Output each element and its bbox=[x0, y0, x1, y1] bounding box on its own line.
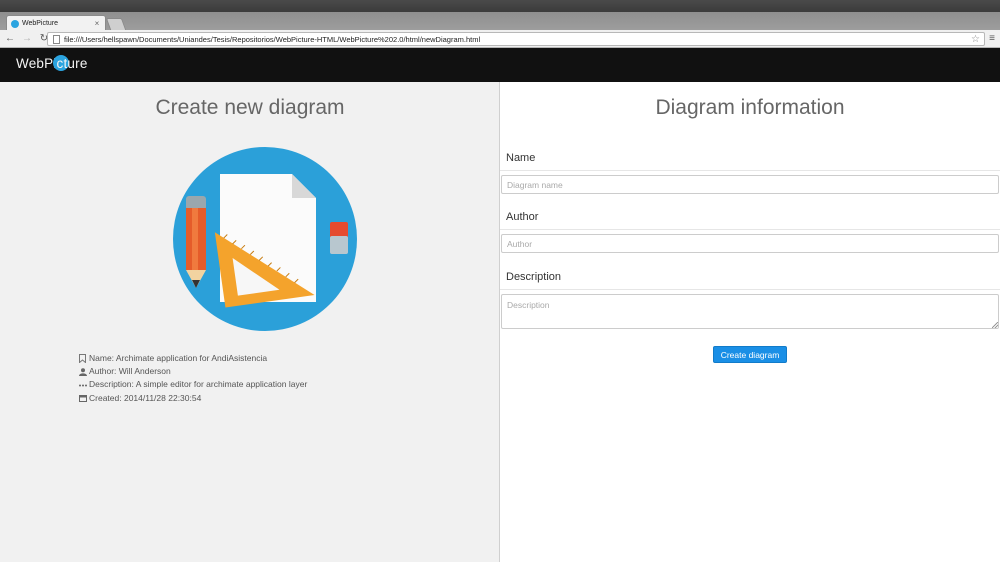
author-label: Author bbox=[506, 211, 539, 223]
app-navbar: WebPicture bbox=[0, 48, 1000, 82]
new-tab-button[interactable] bbox=[105, 18, 127, 30]
description-wrapper bbox=[500, 294, 1000, 330]
page-icon bbox=[53, 34, 60, 44]
url-text[interactable]: file:///Users/hellspawn/Documents/Uniand… bbox=[64, 35, 971, 44]
diagram-info-list: Name: Archimate application for AndiAsis… bbox=[78, 352, 307, 405]
description-divider bbox=[500, 289, 1000, 290]
back-arrow-icon[interactable]: ← bbox=[3, 32, 17, 46]
bookmark-star-icon[interactable]: ☆ bbox=[971, 34, 980, 45]
ellipsis-icon bbox=[78, 381, 87, 390]
address-bar[interactable]: file:///Users/hellspawn/Documents/Uniand… bbox=[47, 32, 985, 46]
info-created-row: Created: 2014/11/28 22:30:54 bbox=[78, 392, 307, 405]
diagram-information-heading: Diagram information bbox=[655, 96, 845, 119]
brand-text-part1: WebPi bbox=[16, 56, 57, 71]
forward-arrow-icon[interactable]: → bbox=[20, 32, 34, 46]
browser-toolbar: ← → ↻ file:///Users/hellspawn/Documents/… bbox=[0, 30, 1000, 48]
description-label: Description bbox=[506, 271, 562, 283]
info-description-row: Description: A simple editor for archima… bbox=[78, 378, 307, 391]
brand-logo[interactable]: WebPicture bbox=[16, 55, 88, 76]
info-name: Name: Archimate application for AndiAsis… bbox=[89, 353, 268, 363]
diagram-name-input[interactable] bbox=[501, 175, 999, 194]
webpicture-favicon-icon bbox=[11, 19, 19, 28]
bookmark-icon bbox=[78, 354, 87, 364]
browser-menu-icon[interactable]: ≡ bbox=[987, 33, 997, 45]
calendar-icon bbox=[78, 394, 87, 403]
name-label: Name bbox=[506, 152, 536, 164]
resize-grip-icon[interactable] bbox=[992, 322, 998, 328]
info-author-row: Author: Will Anderson bbox=[78, 365, 307, 378]
description-textarea[interactable] bbox=[501, 294, 999, 329]
info-author: Author: Will Anderson bbox=[89, 366, 171, 377]
create-diagram-heading: Create new diagram bbox=[155, 96, 345, 119]
info-created: Created: 2014/11/28 22:30:54 bbox=[89, 392, 202, 403]
browser-titlebar: WebPicture × bbox=[0, 0, 1000, 31]
author-divider bbox=[500, 229, 1000, 230]
author-input[interactable] bbox=[501, 234, 999, 253]
create-diagram-button[interactable]: Create diagram bbox=[713, 346, 787, 363]
info-name-row: Name: Archimate application for AndiAsis… bbox=[78, 352, 307, 365]
user-icon bbox=[78, 367, 87, 376]
tab-title: WebPicture bbox=[22, 20, 59, 27]
browser-tab[interactable]: WebPicture × bbox=[6, 15, 106, 31]
info-description: Description: A simple editor for archima… bbox=[89, 379, 308, 390]
name-divider bbox=[500, 170, 1000, 171]
diagram-tools-illustration-icon bbox=[173, 147, 357, 331]
right-panel: Diagram information Name Author Descript… bbox=[500, 82, 1000, 562]
tab-close-icon[interactable]: × bbox=[92, 19, 102, 28]
brand-text-part3: ture bbox=[63, 56, 88, 71]
left-panel: Create new diagram Name: Archimate appli… bbox=[0, 82, 500, 562]
